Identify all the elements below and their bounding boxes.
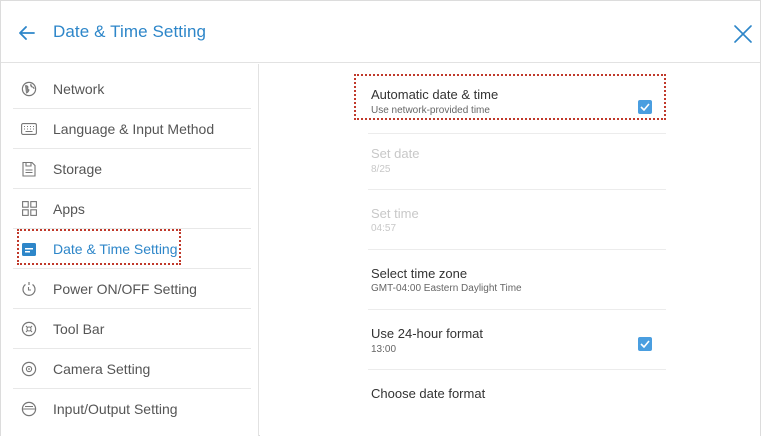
sidebar-item-power[interactable]: Power ON/OFF Setting [13,269,251,309]
header-bar: Date & Time Setting [1,1,760,63]
sidebar-item-label: Language & Input Method [53,120,215,137]
row-subtitle: GMT-04:00 Eastern Daylight Time [371,283,522,294]
time-zone-row[interactable]: Select time zone GMT-04:00 Eastern Dayli… [368,250,666,310]
row-title: Select time zone [371,266,468,281]
row-title: Automatic date & time [371,87,499,102]
auto-date-time-row[interactable]: Automatic date & time Use network-provid… [368,72,666,134]
sidebar-item-label: Power ON/OFF Setting [53,280,197,297]
row-subtitle: Use network-provided time [371,105,490,116]
row-title: Set time [371,206,419,221]
sidebar-item-camera[interactable]: Camera Setting [13,349,251,389]
row-title: Set date [371,146,420,161]
sidebar-item-network[interactable]: Network [13,69,251,109]
set-date-row[interactable]: Set date 8/25 [368,134,666,190]
hour-format-checkbox[interactable] [638,337,652,351]
apps-grid-icon [19,199,39,219]
back-arrow-icon[interactable] [15,21,39,45]
sidebar-item-label: Storage [53,160,103,177]
calendar-icon [19,239,39,259]
sidebar-item-label: Network [53,80,105,97]
set-time-row[interactable]: Set time 04:57 [368,190,666,250]
sidebar-item-language[interactable]: Language & Input Method [13,109,251,149]
page-title: Date & Time Setting [53,22,207,41]
hour-format-row[interactable]: Use 24-hour format 13:00 [368,310,666,370]
row-subtitle: 13:00 [371,344,397,355]
auto-date-time-checkbox[interactable] [638,100,652,114]
row-subtitle: 8/25 [371,164,391,175]
storage-icon [19,159,39,179]
row-subtitle: 04:57 [371,223,397,234]
sidebar-item-label: Camera Setting [53,360,151,377]
sidebar-item-label: Date & Time Setting [53,240,178,257]
toolbar-icon [19,319,39,339]
sidebar-item-date-time[interactable]: Date & Time Setting [13,229,251,269]
sidebar-item-label: Apps [53,200,85,217]
sidebar-item-label: Input/Output Setting [53,401,178,417]
keyboard-icon [19,119,39,139]
date-format-row[interactable]: Choose date format [368,370,666,436]
sidebar-item-toolbar[interactable]: Tool Bar [13,309,251,349]
row-title: Use 24-hour format [371,326,483,341]
input-output-icon [19,399,39,419]
power-icon [19,279,39,299]
sidebar-item-input-output[interactable]: Input/Output Setting [13,389,251,429]
row-title: Choose date format [371,386,486,401]
settings-window: Date & Time Setting Network Language & I… [0,0,761,436]
sidebar-item-storage[interactable]: Storage [13,149,251,189]
sidebar-item-label: Tool Bar [53,320,105,337]
sidebar-item-apps[interactable]: Apps [13,189,251,229]
close-icon[interactable] [732,23,754,45]
camera-icon [19,359,39,379]
settings-panel: Automatic date & time Use network-provid… [260,64,760,436]
sidebar: Network Language & Input Method Storage … [1,64,259,436]
globe-icon [19,79,39,99]
